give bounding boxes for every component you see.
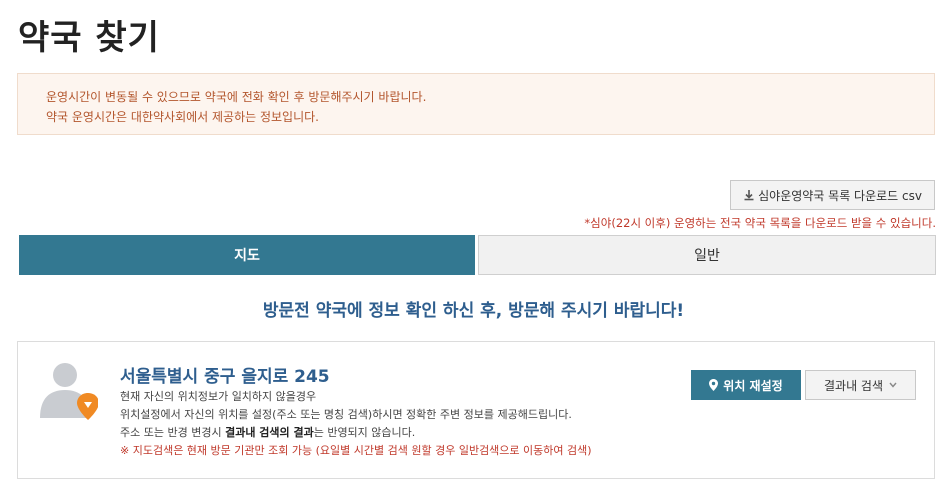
tab-general[interactable]: 일반 <box>478 235 936 275</box>
map-pin-icon <box>709 379 719 391</box>
page-title: 약국 찾기 <box>18 18 160 58</box>
search-mode-tabs: 지도 일반 <box>19 235 936 275</box>
csv-download-button[interactable]: 심야운영약국 목록 다운로드 csv <box>730 180 935 210</box>
help-line: 위치설정에서 자신의 위치를 설정(주소 또는 명칭 검색)하시면 정확한 주변… <box>120 408 572 421</box>
location-panel: 서울특별시 중구 을지로 245 현재 자신의 위치정보가 일치하지 않을경우 … <box>17 341 935 479</box>
help-line: 현재 자신의 위치정보가 일치하지 않을경우 <box>120 390 317 403</box>
csv-download-note: *심야(22시 이후) 운영하는 전국 약국 목록을 다운로드 받을 수 있습니… <box>584 216 936 230</box>
notice-line: 약국 운영시간은 대한약사회에서 제공하는 정보입니다. <box>46 110 319 124</box>
current-address: 서울특별시 중구 을지로 245 <box>120 367 330 387</box>
reset-location-button[interactable]: 위치 재설정 <box>691 370 801 400</box>
help-line: 주소 또는 반경 변경시 결과내 검색의 결과는 반영되지 않습니다. <box>120 426 416 439</box>
result-search-label: 결과내 검색 <box>823 378 883 393</box>
notice-line: 운영시간이 변동될 수 있으므로 약국에 전화 확인 후 방문해주시기 바랍니다… <box>46 90 427 104</box>
chevron-down-icon <box>889 382 897 388</box>
help-bold: 결과내 검색의 결과 <box>225 426 314 439</box>
tab-map[interactable]: 지도 <box>19 235 475 275</box>
reset-location-label: 위치 재설정 <box>723 378 783 393</box>
visit-message: 방문전 약국에 정보 확인 하신 후, 방문해 주시기 바랍니다! <box>262 301 685 321</box>
notice-box: 운영시간이 변동될 수 있으므로 약국에 전화 확인 후 방문해주시기 바랍니다… <box>17 73 935 135</box>
csv-download-label: 심야운영약국 목록 다운로드 csv <box>758 188 922 203</box>
map-search-warning: ※ 지도검색은 현재 방문 기관만 조회 가능 (요일별 시간별 검색 원할 경… <box>120 444 592 457</box>
user-location-avatar-icon <box>40 363 98 420</box>
download-icon <box>744 190 754 201</box>
location-help-text: 현재 자신의 위치정보가 일치하지 않을경우 위치설정에서 자신의 위치를 설정… <box>120 388 592 460</box>
result-search-button[interactable]: 결과내 검색 <box>805 370 916 400</box>
